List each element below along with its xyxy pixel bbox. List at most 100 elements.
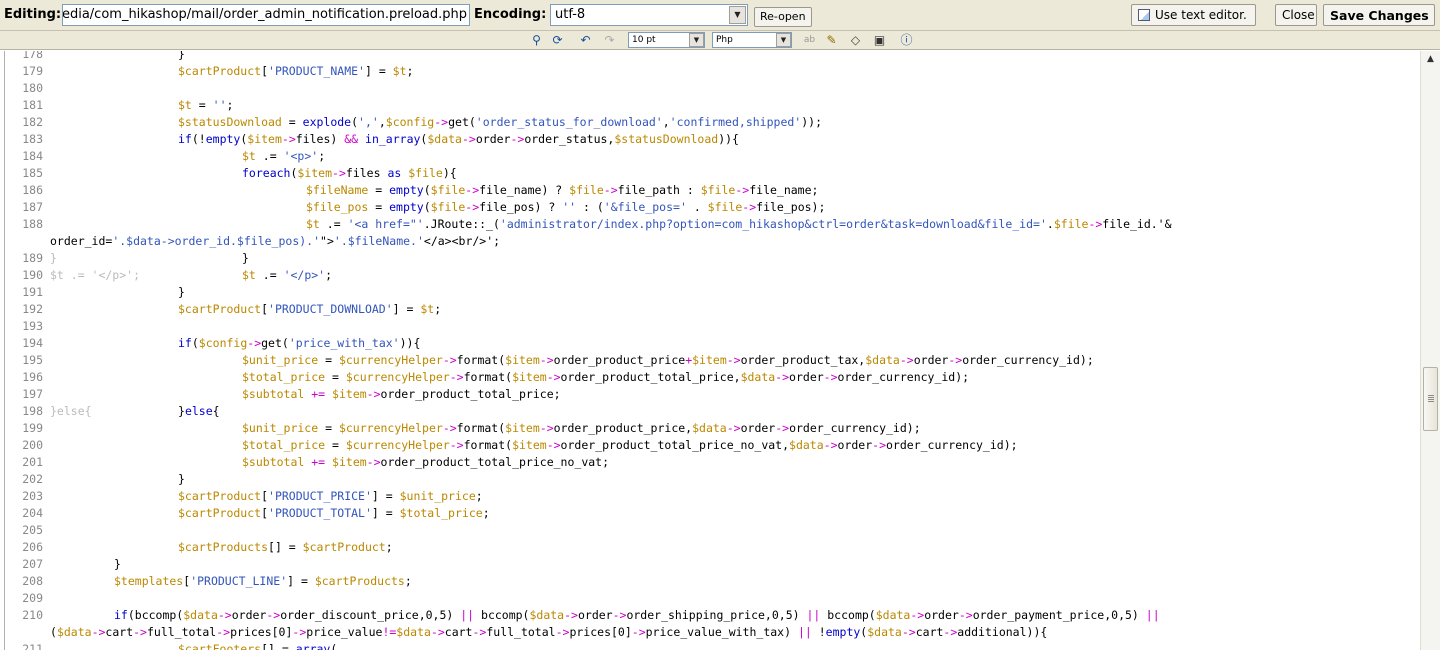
code-text: $unit_price = $currencyHelper->format($i… [242,421,921,435]
code-text: $cartProduct['PRODUCT_DOWNLOAD'] = $t; [178,302,442,316]
code-line[interactable]: 203 $cartProduct['PRODUCT_PRICE'] = $unit… [5,488,1420,505]
line-number: 204 [22,506,43,520]
code-text: } [178,472,185,486]
code-line[interactable]: 194 if($config->get('price_with_tax')){ [5,335,1420,352]
code-text: $templates['PRODUCT_LINE'] = $cartProduc… [114,574,412,588]
code-text: $subtotal += $item->order_product_total_… [242,387,561,401]
encoding-select[interactable]: utf-8 ▼ [550,4,748,26]
code-line[interactable]: 186 $fileName = empty($file->file_name) ?… [5,182,1420,199]
editor-header-bar: Editing: edia/com_hikashop/mail/order_ad… [0,0,1440,31]
use-text-editor-label: Use text editor. [1155,8,1247,22]
code-text: $fileName = empty($file->file_name) ? $f… [306,183,819,197]
replace-icon[interactable]: ⟳ [549,32,566,49]
line-number: 203 [22,489,43,503]
encoding-value: utf-8 [555,7,586,22]
folded-code-hint: $t .= '</p>'; [50,268,141,282]
code-text: } [178,285,185,299]
code-line[interactable]: 197 $subtotal += $item->order_product_tot… [5,386,1420,403]
undo-icon[interactable]: ↶ [577,32,594,49]
code-line[interactable]: 178} [5,51,1420,63]
close-button[interactable]: Close [1275,4,1317,26]
code-line[interactable]: 191} [5,284,1420,301]
code-line[interactable]: 182 $statusDownload = explode(',',$config… [5,114,1420,131]
code-text: if(bccomp($data->order->order_discount_p… [114,608,1160,622]
code-line[interactable]: 206 $cartProducts[] = $cartProduct; [5,539,1420,556]
line-number: 206 [22,540,43,554]
code-line[interactable]: 208 $templates['PRODUCT_LINE'] = $cartPro… [5,573,1420,590]
line-number: 211 [22,642,43,650]
code-line[interactable]: 200 $total_price = $currencyHelper->forma… [5,437,1420,454]
code-text: } [178,51,185,61]
file-path-field[interactable]: edia/com_hikashop/mail/order_admin_notif… [62,4,470,26]
line-number: 181 [22,98,43,112]
code-line[interactable]: 205 [5,522,1420,539]
code-line[interactable]: 199 $unit_price = $currencyHelper->format… [5,420,1420,437]
syntax-select[interactable]: Php ▼ [712,32,792,48]
code-line[interactable]: 202} [5,471,1420,488]
folded-code-hint: }else{ [50,404,92,418]
chevron-down-icon[interactable]: ▼ [689,33,704,47]
code-line[interactable]: 187 $file_pos = empty($file->file_pos) ? … [5,199,1420,216]
code-editor[interactable]: 178} 179 $cartProduct['PRODUCT_NAME'] = $t… [4,51,1420,650]
line-number: 210 [22,608,43,622]
spellcheck-icon[interactable]: ab [801,32,818,49]
scroll-thumb[interactable] [1423,367,1438,431]
code-line[interactable]: 181 $t = ''; [5,97,1420,114]
code-line[interactable]: 209 [5,590,1420,607]
code-text: $cartProduct['PRODUCT_TOTAL'] = $total_p… [178,506,490,520]
search-icon[interactable]: ⚲ [528,32,545,49]
code-text: $subtotal += $item->order_product_total_… [242,455,610,469]
code-line[interactable]: 210 if(bccomp($data->order->order_discoun… [5,607,1420,624]
code-text: $total_price = $currencyHelper->format($… [242,438,1018,452]
chevron-down-icon[interactable]: ▼ [776,33,791,47]
code-line[interactable]: order_id='.$data->order_id.$file_pos).'"… [5,233,1420,250]
chevron-down-icon[interactable]: ▼ [729,6,746,24]
code-text: ($data->cart->full_total->prices[0]->pri… [50,625,1048,639]
code-line[interactable]: 185 foreach($item->files as $file){ [5,165,1420,182]
code-line[interactable]: 211 $cartFooters[] = array( [5,641,1420,650]
save-changes-button[interactable]: Save Changes [1323,4,1435,26]
code-line[interactable]: 195 $unit_price = $currencyHelper->format… [5,352,1420,369]
help-icon[interactable]: ⓘ [898,32,915,49]
code-line[interactable]: 193 [5,318,1420,335]
code-line[interactable]: 207} [5,556,1420,573]
editor-toolbar: ⚲ ⟳ ↶ ↷ 10 pt ▼ Php ▼ ab ✎ ◇ ▣ ⓘ [0,31,1440,50]
line-number: 193 [22,319,43,333]
line-number: 201 [22,455,43,469]
reopen-button[interactable]: Re-open [754,7,812,27]
font-size-value: 10 pt [632,35,656,45]
code-text: }else{ [178,404,220,418]
line-number: 197 [22,387,43,401]
code-line[interactable]: 189}} [5,250,1420,267]
code-line[interactable]: 180 [5,80,1420,97]
code-lines: 178} 179 $cartProduct['PRODUCT_NAME'] = $t… [5,51,1420,650]
line-number: 196 [22,370,43,384]
vertical-scrollbar[interactable]: ▲ [1420,51,1440,650]
code-line[interactable]: 201 $subtotal += $item->order_product_tot… [5,454,1420,471]
code-text: $cartProduct['PRODUCT_NAME'] = $t; [178,64,414,78]
code-line[interactable]: 190 $t .= '</p>'; $t .= '</p>'; [5,267,1420,284]
redo-icon[interactable]: ↷ [601,32,618,49]
code-line[interactable]: 196 $total_price = $currencyHelper->forma… [5,369,1420,386]
line-number: 186 [22,183,43,197]
line-number: 207 [22,557,43,571]
document-edit-icon [1138,9,1150,21]
code-line[interactable]: 198}else{}else{ [5,403,1420,420]
reset-icon[interactable]: ◇ [847,32,864,49]
code-line[interactable]: 192 $cartProduct['PRODUCT_DOWNLOAD'] = $t… [5,301,1420,318]
highlight-icon[interactable]: ✎ [823,32,840,49]
line-number: 184 [22,149,43,163]
code-line[interactable]: ($data->cart->full_total->prices[0]->pri… [5,624,1420,641]
line-number: 190 [22,268,43,282]
code-text: $total_price = $currencyHelper->format($… [242,370,970,384]
font-size-select[interactable]: 10 pt ▼ [628,32,705,48]
code-line[interactable]: 204 $cartProduct['PRODUCT_TOTAL'] = $tota… [5,505,1420,522]
code-text: $t .= '</p>'; [242,268,333,282]
code-line[interactable]: 184 $t .= '<p>'; [5,148,1420,165]
code-line[interactable]: 188 $t .= '<a href="'.JRoute::_('administ… [5,216,1420,233]
use-text-editor-button[interactable]: Use text editor. [1131,4,1256,26]
code-line[interactable]: 183 if(!empty($item->files) && in_array($… [5,131,1420,148]
fullscreen-icon[interactable]: ▣ [871,32,888,49]
scroll-up-icon[interactable]: ▲ [1423,54,1438,68]
code-line[interactable]: 179 $cartProduct['PRODUCT_NAME'] = $t; [5,63,1420,80]
